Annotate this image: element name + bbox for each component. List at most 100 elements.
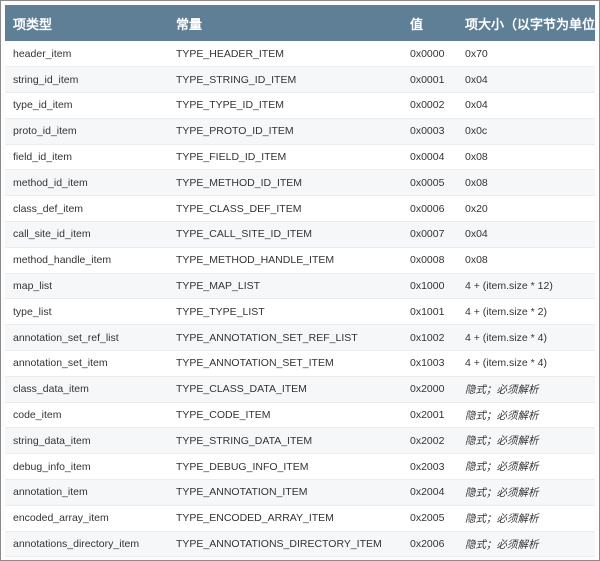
cell-value: 0x2002 <box>402 427 457 455</box>
cell-item-type: annotation_set_ref_list <box>5 324 168 352</box>
cell-constant: TYPE_ANNOTATIONS_DIRECTORY_ITEM <box>168 531 402 558</box>
cell-item-type: debug_info_item <box>5 453 168 481</box>
cell-value: 0x2005 <box>402 505 457 532</box>
cell-item-type: annotations_directory_item <box>5 531 168 558</box>
cell-constant: TYPE_ANNOTATION_SET_ITEM <box>168 350 402 377</box>
cell-item-type: type_list <box>5 298 168 326</box>
cell-constant: TYPE_DEBUG_INFO_ITEM <box>168 453 402 481</box>
cell-item-type: type_id_item <box>5 92 168 119</box>
cell-item-size: 隐式；必须解析 <box>457 531 595 558</box>
cell-item-type: map_list <box>5 273 168 300</box>
cell-constant: TYPE_ANNOTATION_SET_REF_LIST <box>168 324 402 352</box>
cell-constant: TYPE_CALL_SITE_ID_ITEM <box>168 221 402 248</box>
cell-value: 0x1003 <box>402 350 457 377</box>
table-row: class_data_item TYPE_CLASS_DATA_ITEM 0x200… <box>5 376 595 403</box>
cell-item-type: class_data_item <box>5 376 168 403</box>
cell-item-size: 0x04 <box>457 92 595 119</box>
cell-value: 0x2004 <box>402 479 457 506</box>
cell-item-type: annotation_item <box>5 479 168 506</box>
header-constant: 常量 <box>176 16 203 32</box>
cell-constant: TYPE_MAP_LIST <box>168 273 402 300</box>
table-row: type_id_item TYPE_TYPE_ID_ITEM 0x0002 0x04 <box>5 92 595 119</box>
cell-constant: TYPE_ENCODED_ARRAY_ITEM <box>168 505 402 532</box>
table-row: method_id_item TYPE_METHOD_ID_ITEM 0x0005 0… <box>5 169 595 197</box>
cell-value: 0x0008 <box>402 247 457 274</box>
cell-constant: TYPE_TYPE_ID_ITEM <box>168 92 402 119</box>
cell-item-size: 隐式；必须解析 <box>457 427 595 455</box>
cell-constant: TYPE_CLASS_DEF_ITEM <box>168 195 402 223</box>
table-body: header_item TYPE_HEADER_ITEM 0x0000 0x70 str… <box>5 41 595 558</box>
cell-value: 0x0002 <box>402 92 457 119</box>
cell-value: 0x0004 <box>402 144 457 171</box>
cell-item-size: 0x70 <box>457 41 595 68</box>
cell-item-type: annotation_set_item <box>5 350 168 377</box>
cell-item-size: 隐式；必须解析 <box>457 479 595 506</box>
cell-constant: TYPE_CLASS_DATA_ITEM <box>168 376 402 403</box>
cell-value: 0x2003 <box>402 453 457 481</box>
cell-item-size: 0x08 <box>457 169 595 197</box>
cell-item-size: 4 + (item.size * 12) <box>457 273 595 300</box>
cell-constant: TYPE_FIELD_ID_ITEM <box>168 144 402 171</box>
table-row: code_item TYPE_CODE_ITEM 0x2001 隐式；必须解析 <box>5 402 595 429</box>
cell-value: 0x0006 <box>402 195 457 223</box>
table-row: annotation_set_item TYPE_ANNOTATION_SET_I… <box>5 350 595 377</box>
cell-constant: TYPE_STRING_DATA_ITEM <box>168 427 402 455</box>
cell-constant: TYPE_TYPE_LIST <box>168 298 402 326</box>
cell-value: 0x0001 <box>402 66 457 94</box>
cell-constant: TYPE_STRING_ID_ITEM <box>168 66 402 94</box>
cell-item-size: 0x04 <box>457 221 595 248</box>
cell-item-type: string_id_item <box>5 66 168 94</box>
cell-item-type: method_handle_item <box>5 247 168 274</box>
cell-item-size: 隐式；必须解析 <box>457 402 595 429</box>
cell-item-type: header_item <box>5 41 168 68</box>
table-row: annotation_set_ref_list TYPE_ANNOTATION_S… <box>5 324 595 352</box>
cell-item-type: string_data_item <box>5 427 168 455</box>
cell-value: 0x1000 <box>402 273 457 300</box>
cell-item-size: 0x20 <box>457 195 595 223</box>
table-row: header_item TYPE_HEADER_ITEM 0x0000 0x70 <box>5 41 595 68</box>
cell-item-type: code_item <box>5 402 168 429</box>
cell-item-size: 0x0c <box>457 118 595 145</box>
cell-value: 0x1002 <box>402 324 457 352</box>
table-row: encoded_array_item TYPE_ENCODED_ARRAY_ITE… <box>5 505 595 532</box>
cell-constant: TYPE_METHOD_ID_ITEM <box>168 169 402 197</box>
cell-item-type: field_id_item <box>5 144 168 171</box>
document-frame: 项类型 常量 值 项大小（以字节为单位) header_item TYPE_HEA… <box>0 0 600 561</box>
table-row: type_list TYPE_TYPE_LIST 0x1001 4 + (item.s… <box>5 298 595 326</box>
table-row: field_id_item TYPE_FIELD_ID_ITEM 0x0004 0x0… <box>5 144 595 171</box>
table-header: 项类型 常量 值 项大小（以字节为单位) <box>5 5 595 41</box>
cell-value: 0x0007 <box>402 221 457 248</box>
cell-constant: TYPE_ANNOTATION_ITEM <box>168 479 402 506</box>
cell-value: 0x2006 <box>402 531 457 558</box>
cell-item-size: 0x08 <box>457 247 595 274</box>
cell-item-size: 隐式；必须解析 <box>457 505 595 532</box>
table-row: annotations_directory_item TYPE_ANNOTATIO… <box>5 531 595 558</box>
cell-value: 0x1001 <box>402 298 457 326</box>
cell-value: 0x2001 <box>402 402 457 429</box>
cell-item-type: method_id_item <box>5 169 168 197</box>
cell-item-size: 4 + (item.size * 4) <box>457 324 595 352</box>
header-value: 值 <box>410 16 424 32</box>
table-row: string_id_item TYPE_STRING_ID_ITEM 0x0001 0… <box>5 66 595 94</box>
cell-item-type: class_def_item <box>5 195 168 223</box>
cell-item-size: 4 + (item.size * 2) <box>457 298 595 326</box>
cell-item-type: encoded_array_item <box>5 505 168 532</box>
table-row: debug_info_item TYPE_DEBUG_INFO_ITEM 0x200… <box>5 453 595 481</box>
cell-constant: TYPE_METHOD_HANDLE_ITEM <box>168 247 402 274</box>
cell-constant: TYPE_CODE_ITEM <box>168 402 402 429</box>
cell-item-size: 0x04 <box>457 66 595 94</box>
cell-constant: TYPE_HEADER_ITEM <box>168 41 402 68</box>
table-row: map_list TYPE_MAP_LIST 0x1000 4 + (item.siz… <box>5 273 595 300</box>
cell-item-size: 隐式；必须解析 <box>457 453 595 481</box>
cell-value: 0x0003 <box>402 118 457 145</box>
table-row: annotation_item TYPE_ANNOTATION_ITEM 0x200… <box>5 479 595 506</box>
map-item-type-table: 项类型 常量 值 项大小（以字节为单位) header_item TYPE_HEA… <box>5 5 595 558</box>
header-item-size: 项大小（以字节为单位) <box>465 16 595 32</box>
cell-item-size: 隐式；必须解析 <box>457 376 595 403</box>
header-item-type: 项类型 <box>13 16 53 32</box>
cell-constant: TYPE_PROTO_ID_ITEM <box>168 118 402 145</box>
table-row: call_site_id_item TYPE_CALL_SITE_ID_ITEM 0… <box>5 221 595 248</box>
cell-item-type: call_site_id_item <box>5 221 168 248</box>
cell-value: 0x0005 <box>402 169 457 197</box>
header-row: 项类型 常量 值 项大小（以字节为单位) <box>5 5 595 41</box>
